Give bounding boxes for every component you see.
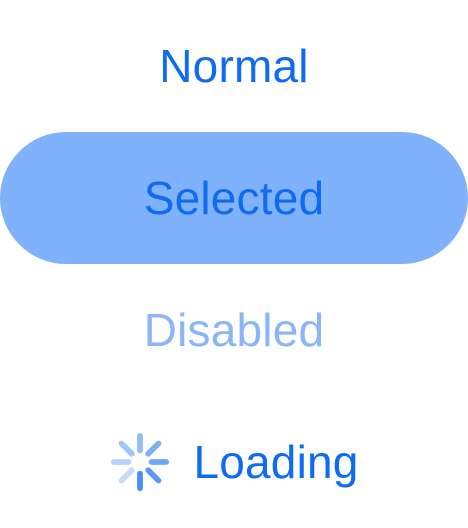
selected-button-label: Selected — [143, 172, 325, 224]
loading-button-label: Loading — [193, 436, 359, 488]
spinner-ray — [145, 467, 162, 484]
normal-button[interactable]: Normal — [0, 0, 468, 132]
spinner-ray — [119, 440, 136, 457]
spinner-ray — [119, 467, 136, 484]
normal-button-label: Normal — [159, 40, 309, 92]
selected-button[interactable]: Selected — [0, 132, 468, 264]
loading-button[interactable]: Loading — [0, 396, 468, 528]
disabled-button: Disabled — [0, 264, 468, 396]
spinner-ray — [145, 440, 162, 457]
spinner-icon — [111, 432, 170, 492]
disabled-button-label: Disabled — [143, 304, 325, 356]
